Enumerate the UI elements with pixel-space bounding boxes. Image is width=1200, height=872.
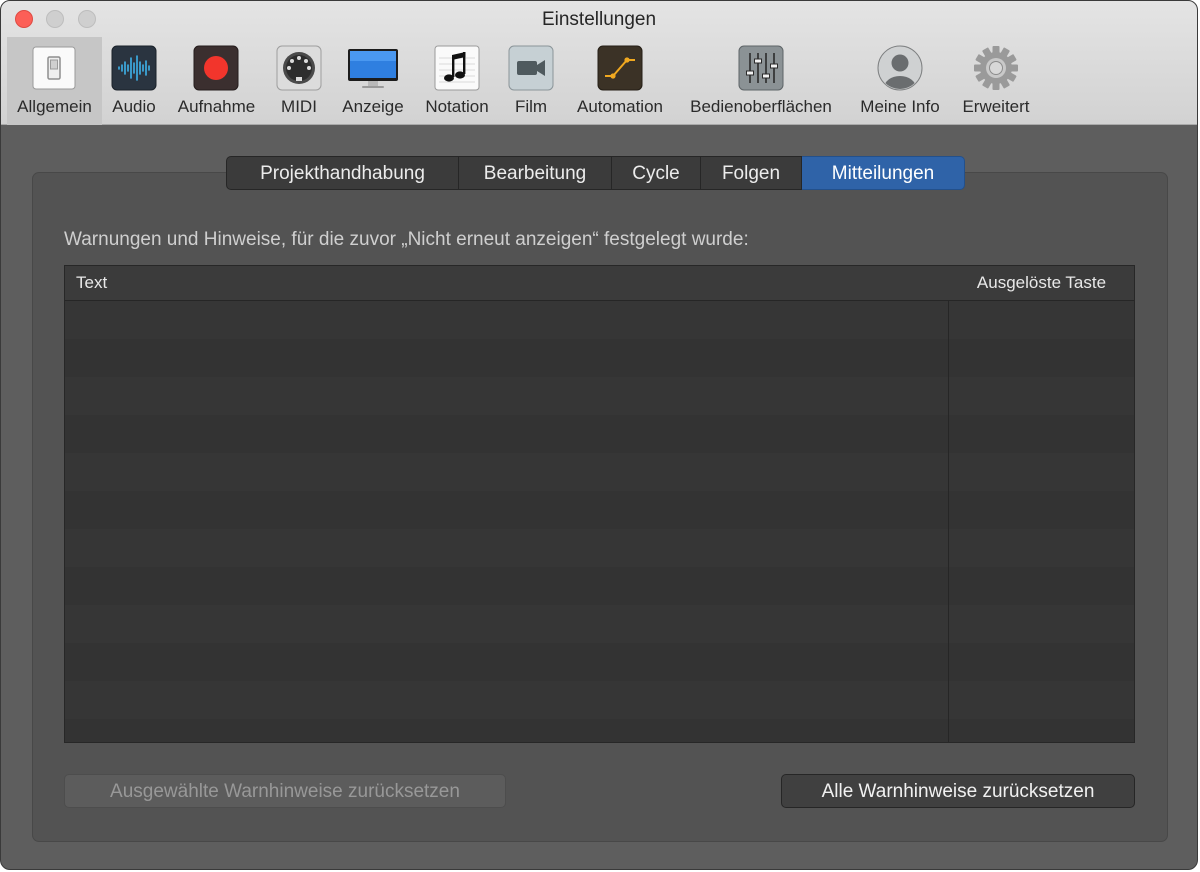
toolbar-item-label: Film <box>514 97 548 116</box>
automation-curve-icon <box>597 45 643 91</box>
toolbar-item-erweitert[interactable]: Erweitert <box>955 37 1037 125</box>
column-divider[interactable] <box>948 266 949 742</box>
record-icon <box>193 45 239 91</box>
reset-selected-warnings-button[interactable]: Ausgewählte Warnhinweise zurücksetzen <box>64 774 506 808</box>
video-camera-icon <box>508 45 554 91</box>
table-row <box>65 491 1134 529</box>
toolbar-item-anzeige[interactable]: Anzeige <box>335 37 411 125</box>
toolbar-item-label: Aufnahme <box>177 97 256 116</box>
toolbar-item-label: Meine Info <box>860 97 940 116</box>
toolbar-item-midi[interactable]: MIDI <box>271 37 327 125</box>
table-row <box>65 339 1134 377</box>
preferences-window: Einstellungen Allgemein Audio Aufnahme M… <box>0 0 1198 870</box>
table-row <box>65 377 1134 415</box>
table-row <box>65 643 1134 681</box>
mixer-faders-icon <box>738 45 784 91</box>
table-row <box>65 415 1134 453</box>
column-header-text[interactable]: Text <box>65 266 948 300</box>
toolbar-item-label: Anzeige <box>342 97 404 116</box>
toolbar-item-label: Erweitert <box>962 97 1030 116</box>
toolbar-item-label: Allgemein <box>17 97 92 116</box>
toolbar-item-film[interactable]: Film <box>506 37 556 125</box>
column-header-ausgeloeste-taste[interactable]: Ausgelöste Taste <box>949 266 1134 300</box>
toolbar-item-audio[interactable]: Audio <box>104 37 164 125</box>
toolbar-item-label: MIDI <box>281 97 317 116</box>
audio-waveform-icon <box>111 45 157 91</box>
title-bar: Einstellungen Allgemein Audio Aufnahme M… <box>1 1 1197 125</box>
general-switch-icon <box>32 46 76 90</box>
tab-cycle[interactable]: Cycle <box>612 156 701 190</box>
toolbar-item-label: Notation <box>425 97 489 116</box>
table-row <box>65 453 1134 491</box>
toolbar-item-label: Bedienoberflächen <box>690 97 832 116</box>
table-header: Text Ausgelöste Taste <box>65 266 1134 301</box>
table-row <box>65 529 1134 567</box>
music-note-icon <box>434 45 480 91</box>
user-avatar-icon <box>877 45 923 91</box>
table-row <box>65 605 1134 643</box>
warnings-table[interactable]: Text Ausgelöste Taste <box>64 265 1135 743</box>
display-monitor-icon <box>348 49 398 88</box>
toolbar-item-notation[interactable]: Notation <box>418 37 496 125</box>
tab-folgen[interactable]: Folgen <box>701 156 802 190</box>
toolbar-item-allgemein[interactable]: Allgemein <box>7 37 102 125</box>
table-row <box>65 719 1134 742</box>
toolbar-item-bedienoberflaechen[interactable]: Bedienoberflächen <box>678 37 844 125</box>
midi-connector-icon <box>276 45 322 91</box>
toolbar-item-meine-info[interactable]: Meine Info <box>853 37 947 125</box>
gear-icon <box>974 46 1018 90</box>
table-row <box>65 567 1134 605</box>
window-title: Einstellungen <box>541 9 657 30</box>
toolbar-item-automation[interactable]: Automation <box>568 37 672 125</box>
toolbar-item-aufnahme[interactable]: Aufnahme <box>169 37 264 125</box>
tab-bearbeitung[interactable]: Bearbeitung <box>459 156 612 190</box>
table-description: Warnungen und Hinweise, für die zuvor „N… <box>64 229 749 250</box>
table-row <box>65 301 1134 339</box>
reset-all-warnings-button[interactable]: Alle Warnhinweise zurücksetzen <box>781 774 1135 808</box>
tab-projekthandhabung[interactable]: Projekthandhabung <box>226 156 459 190</box>
toolbar-item-label: Automation <box>577 97 663 116</box>
tab-bar: Projekthandhabung Bearbeitung Cycle Folg… <box>226 156 965 190</box>
tab-mitteilungen[interactable]: Mitteilungen <box>802 156 965 190</box>
toolbar-item-label: Audio <box>112 97 156 116</box>
table-row <box>65 681 1134 719</box>
